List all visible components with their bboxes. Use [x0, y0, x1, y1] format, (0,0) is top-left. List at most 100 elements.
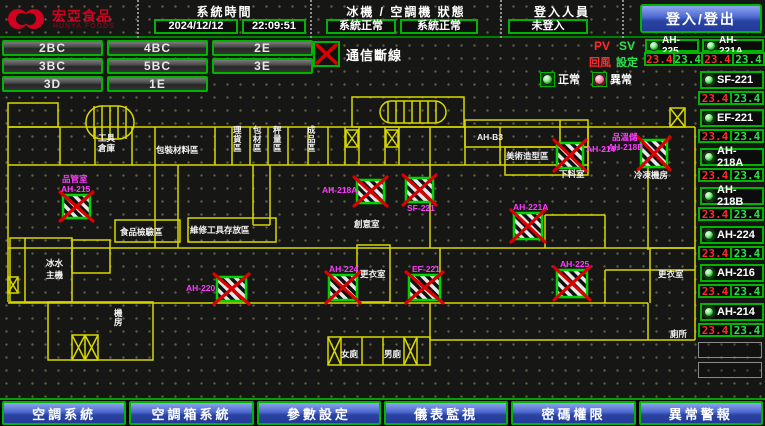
login-title: 登入人員	[502, 3, 622, 20]
login-section: 登入人員 未登入	[502, 0, 624, 38]
plan-room-label: 美術造型區	[506, 151, 549, 161]
pv-value: 23.4	[699, 285, 731, 297]
floor-button-3bc[interactable]: 3BC	[2, 58, 103, 74]
floor-button-3d[interactable]: 3D	[2, 76, 103, 92]
sv-value: 23.4	[731, 208, 763, 220]
nav-button-參數設定[interactable]: 參數設定	[257, 401, 381, 425]
panel-unit-label: AH-224	[717, 229, 755, 241]
nav-button-儀表監視[interactable]: 儀表監視	[384, 401, 508, 425]
plan-room-label: 食品檢驗區	[120, 227, 163, 237]
comm-offline-icon	[313, 41, 340, 67]
floor-button-2e[interactable]: 2E	[212, 40, 313, 56]
nav-button-密碼權限[interactable]: 密碼權限	[511, 401, 635, 425]
panel-unit-ah-221a[interactable]: AH-221A	[702, 39, 764, 52]
nav-button-空調箱系統[interactable]: 空調箱系統	[129, 401, 253, 425]
plan-room-label: 倉庫	[97, 143, 116, 153]
pv-value: 23.4	[699, 169, 731, 181]
panel-unit-values: 23.423.4	[698, 284, 764, 298]
ahu-status-value: 系統正常	[400, 19, 478, 34]
floor-button-3e[interactable]: 3E	[212, 58, 313, 74]
floor-button-row: 3D1E	[2, 76, 208, 92]
status-led-icon	[704, 152, 714, 162]
status-led-icon	[706, 41, 716, 51]
pv-value: 23.4	[699, 324, 731, 336]
plan-room-label: 機房	[114, 308, 123, 327]
panel-unit-ah-216[interactable]: AH-216	[700, 264, 764, 282]
bottom-nav: 空調系統空調箱系統參數設定儀表監視密碼權限異常警報	[0, 398, 765, 426]
plan-unit-ah-215[interactable]: AH-215品管室	[60, 174, 93, 221]
status-led-icon	[704, 191, 714, 201]
normal-led-icon	[540, 72, 555, 87]
floor-button-row: 3BC5BC3E	[2, 58, 313, 74]
login-logout-button[interactable]: 登入/登出	[640, 4, 762, 33]
plan-room-label: 包材區	[252, 125, 262, 153]
status-led-icon	[704, 230, 714, 240]
plan-unit-ah-218a[interactable]: AH-218A	[322, 177, 387, 206]
legend-normal: 正常	[540, 71, 580, 87]
panel-unit-sf-221[interactable]: SF-221	[700, 71, 764, 89]
panel-unit-label: AH-214	[717, 306, 755, 318]
plan-room-label: 成品區	[307, 125, 316, 153]
plan-room-label: 下料室	[559, 169, 585, 179]
panel-unit-ah-224[interactable]: AH-224	[700, 226, 764, 244]
plan-room-label: 創意室	[353, 219, 380, 229]
plan-room-name-label: 品管室	[62, 174, 88, 184]
panel-unit-values: 23.423.4	[698, 207, 764, 221]
pv-value: 23.4	[699, 247, 731, 259]
panel-unit-ah-214[interactable]: AH-214	[700, 303, 764, 321]
brand-name-en: HUNYA FOODS	[53, 23, 115, 30]
pv-value: 23.4	[699, 92, 731, 104]
login-user-value: 未登入	[508, 19, 588, 34]
floor-button-2bc[interactable]: 2BC	[2, 40, 103, 56]
sv-value: 23.4	[731, 92, 763, 104]
status-led-icon	[704, 307, 714, 317]
status-led-icon	[649, 41, 659, 51]
system-time-title: 系統時間	[139, 3, 310, 20]
plan-unit-name-label: AH-220	[186, 283, 216, 293]
plan-unit-ah-221a[interactable]: AH-221A	[511, 202, 548, 242]
header: 宏亞食品 HUNYA FOODS 系統時間 2024/12/12 22:09:5…	[0, 0, 765, 38]
plan-unit-ah-224[interactable]: AH-224	[326, 264, 360, 303]
floor-button-row: 2BC4BC2E	[2, 40, 313, 56]
plan-unit-name-label: EF-221	[412, 264, 440, 274]
floor-button-4bc[interactable]: 4BC	[107, 40, 208, 56]
chiller-status-value: 系統正常	[326, 19, 396, 34]
plan-room-label: 秤量區	[273, 125, 282, 153]
pv-value: 23.4	[699, 208, 731, 220]
system-time-section: 系統時間 2024/12/12 22:09:51	[137, 0, 312, 38]
system-date-value: 2024/12/12	[154, 19, 238, 34]
panel-unit-label: SF-221	[717, 74, 753, 86]
panel-empty-slot	[698, 362, 762, 378]
system-time-value: 22:09:51	[242, 19, 306, 34]
plan-room-label: AH-B3	[477, 132, 503, 142]
panel-unit-ah-225[interactable]: AH-225	[645, 39, 699, 52]
status-legend: 正常 異常	[540, 71, 632, 87]
sv-value: 23.4	[731, 285, 763, 297]
panel-unit-ah-218b[interactable]: AH-218B	[700, 187, 764, 205]
sv-label: SV	[619, 39, 635, 53]
panel-unit-label: EF-221	[717, 112, 753, 124]
panel-unit-values: 23.423.4	[698, 323, 764, 337]
nav-button-空調系統[interactable]: 空調系統	[2, 401, 126, 425]
panel-unit-ah-218a[interactable]: AH-218A	[700, 148, 764, 166]
panel-unit-ef-221[interactable]: EF-221	[700, 109, 764, 127]
plan-room-label: 維修工具存放區	[190, 225, 250, 235]
panel-empty-slot	[698, 342, 762, 358]
panel-unit-values: 23.423.4	[644, 52, 701, 66]
plan-room-label: 包裝材料區	[156, 145, 199, 155]
plan-unit-ah-225[interactable]: AH-225	[554, 259, 590, 300]
nav-button-異常警報[interactable]: 異常警報	[639, 401, 763, 425]
pv-label: PV	[594, 39, 610, 53]
plan-unit-name-label: AH-215	[61, 184, 91, 194]
pv-value: 23.4	[702, 53, 733, 65]
plan-room-label: 更衣室	[360, 269, 386, 279]
plan-unit-ah-220[interactable]: AH-220	[186, 274, 249, 304]
plan-room-label: 冰水	[46, 258, 64, 268]
sv-value: 23.4	[731, 169, 763, 181]
floor-button-1e[interactable]: 1E	[107, 76, 208, 92]
plan-unit-ef-221[interactable]: EF-221	[406, 264, 443, 303]
sv-sub-label: 設定	[616, 54, 638, 70]
plan-unit-sf-221[interactable]: SF-221	[403, 175, 436, 213]
floor-button-5bc[interactable]: 5BC	[107, 58, 208, 74]
sv-value: 23.4	[674, 53, 703, 65]
